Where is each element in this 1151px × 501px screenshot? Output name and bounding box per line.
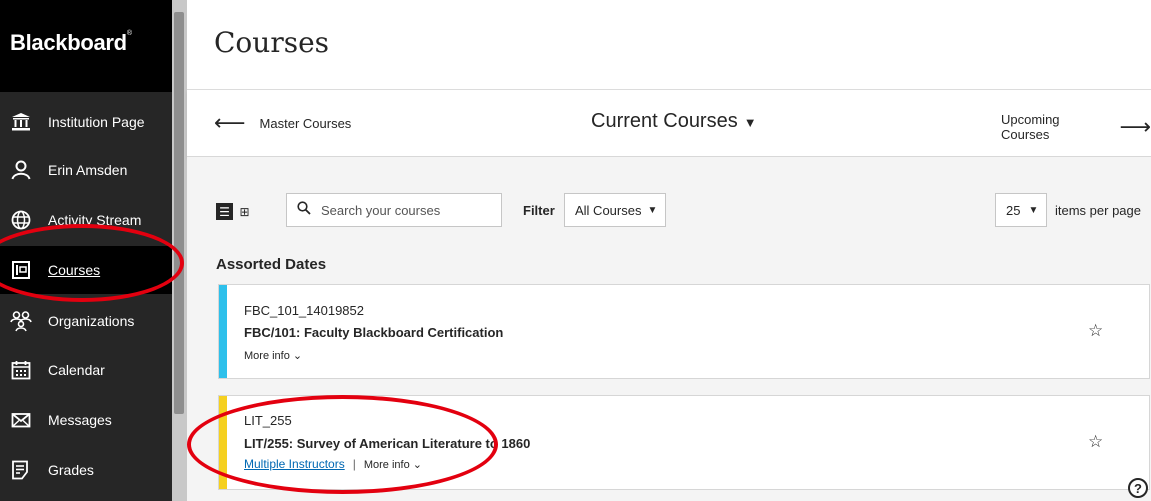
caret-down-icon: ▼ [1028, 204, 1039, 216]
grades-icon [10, 459, 32, 481]
list-view-button[interactable]: ☰ [216, 203, 233, 220]
current-courses-dropdown[interactable]: Current Courses ▼ [591, 110, 757, 133]
section-heading: Assorted Dates [216, 256, 327, 273]
course-name[interactable]: FBC/101: Faculty Blackboard Certificatio… [244, 325, 503, 340]
items-per-page-value: 25 [1006, 202, 1021, 218]
chevron-down-icon: ⌄ [292, 350, 303, 362]
page-title: Courses [214, 26, 330, 59]
institution-icon [10, 111, 32, 133]
logo-area: Blackboard® [0, 0, 172, 92]
favorite-star-icon[interactable]: ☆ [1088, 321, 1103, 341]
caret-down-icon: ▼ [743, 115, 757, 130]
arrow-right-icon: ⟶ [1119, 114, 1151, 139]
items-per-page-select[interactable]: 25 ▼ [995, 193, 1047, 227]
course-code: FBC_101_14019852 [244, 303, 364, 318]
sidebar-item-label: Calendar [48, 362, 105, 378]
sidebar-item-label: Messages [48, 412, 112, 428]
caret-down-icon: ▼ [647, 204, 658, 216]
sidebar-item-label: Organizations [48, 313, 135, 329]
blackboard-logo: Blackboard® [10, 30, 132, 55]
sidebar-item-label: Erin Amsden [48, 162, 128, 178]
sidebar-item-label: Institution Page [48, 114, 145, 130]
annotation-circle-lit255 [187, 395, 498, 494]
sidebar-scroll-thumb[interactable] [174, 12, 184, 414]
filter-label: Filter [523, 203, 555, 218]
grid-view-button[interactable]: ⊞ [236, 203, 253, 220]
help-button[interactable]: ? [1128, 478, 1148, 498]
search-icon [297, 200, 311, 220]
sidebar-item-calendar[interactable]: Calendar [0, 346, 172, 394]
sidebar-item-institution-page[interactable]: Institution Page [0, 98, 172, 146]
organizations-icon [10, 310, 32, 332]
upcoming-courses-link[interactable]: Upcoming Courses ⟶ [1001, 112, 1151, 142]
more-info-toggle[interactable]: More info ⌄ [244, 349, 302, 362]
filter-select[interactable]: All Courses ▼ [564, 193, 666, 227]
arrow-left-icon: ⟵ [214, 110, 246, 135]
course-card[interactable]: FBC_101_14019852 FBC/101: Faculty Blackb… [218, 284, 1150, 379]
sidebar-item-label: Grades [48, 462, 94, 478]
master-courses-link[interactable]: ⟵ Master Courses [214, 112, 351, 134]
search-input[interactable] [319, 201, 493, 219]
sidebar-item-organizations[interactable]: Organizations [0, 297, 172, 345]
course-color-strip [219, 285, 227, 378]
current-courses-label: Current Courses [591, 110, 738, 132]
sidebar-item-messages[interactable]: Messages [0, 396, 172, 444]
course-meta: More info ⌄ [244, 349, 302, 362]
master-courses-label: Master Courses [259, 115, 352, 131]
filter-value: All Courses [575, 202, 642, 218]
sidebar-item-profile[interactable]: Erin Amsden [0, 146, 172, 194]
search-box[interactable] [286, 193, 502, 227]
calendar-icon [10, 359, 32, 381]
favorite-star-icon[interactable]: ☆ [1088, 432, 1103, 452]
user-icon [10, 159, 32, 181]
envelope-icon [10, 409, 32, 431]
globe-icon [10, 209, 32, 231]
sidebar-item-grades[interactable]: Grades [0, 446, 172, 494]
upcoming-courses-label: Upcoming Courses [1001, 112, 1060, 142]
items-per-page-label: items per page [1055, 203, 1141, 218]
